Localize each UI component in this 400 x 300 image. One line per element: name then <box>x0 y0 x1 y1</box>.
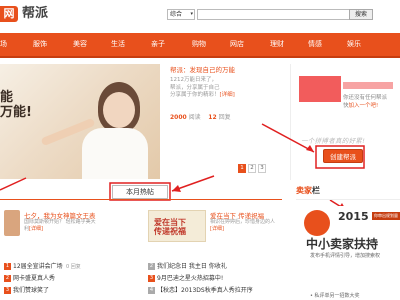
list-item-title[interactable]: 网卡盛夏真人秀 <box>13 275 55 282</box>
seller-column-title-rest: 栏 <box>312 186 320 195</box>
featured-post-2-desc-line2: [详细] <box>210 226 275 233</box>
list-item-title[interactable]: 9月巴迪之星火热招募中! <box>157 275 223 282</box>
site-logo-icon[interactable]: 网 <box>0 6 18 22</box>
chevron-down-icon: ▾ <box>190 11 193 17</box>
rank-badge: 3 <box>148 275 155 282</box>
hero-overlay-text-line2: 万能! <box>0 105 32 120</box>
list-item[interactable]: 3 我们赞球笑了 <box>4 286 49 296</box>
redacted-avatar <box>299 76 341 102</box>
seller-column-divider <box>296 199 400 200</box>
ad-year: 2015 <box>338 210 369 223</box>
featured-post-2-thumb-text: 爱在当下 传递祝福 <box>154 218 186 236</box>
arrow-line-hot <box>171 175 215 192</box>
list-item-title[interactable]: 【秋恋】2013DS秋季真人秀拉开序 <box>157 287 253 294</box>
featured-post-2-thumb-line1: 爱在当下 <box>154 218 186 227</box>
list-item-title[interactable]: 我们纪念日 我主日 你收礼 <box>157 263 227 270</box>
list-item[interactable]: 1 12届全宣讲会广场 <box>4 262 63 272</box>
pager-page-3[interactable]: 3 <box>258 164 266 173</box>
nav-item-3[interactable]: 美容 <box>73 33 87 56</box>
hero-overlay-text: 能 万能! <box>0 90 32 120</box>
search-scope-select[interactable]: 综合 ▾ <box>167 9 195 20</box>
no-group-text: 你还没有任何帮派 <box>343 95 388 101</box>
list-item[interactable]: 2 我们纪念日 我主日 你收礼 <box>148 262 227 272</box>
blog-description: 1212万能日来了， 帮派，分享属于自己 分享属于你的精彩！[详细] <box>170 77 275 100</box>
redacted-username <box>343 82 393 89</box>
search-button[interactable]: 搜索 <box>349 9 373 20</box>
globe-icon <box>304 210 330 236</box>
nav-item-7[interactable]: 网店 <box>230 33 244 56</box>
list-item[interactable]: 4 【秋恋】2013DS秋季真人秀拉开序 <box>148 286 253 296</box>
replies-label: 回复 <box>218 114 231 121</box>
hero-overlay-text-line1: 能 <box>0 90 14 105</box>
nav-item-4[interactable]: 生活 <box>111 33 125 56</box>
blog-desc-line3-text: 分享属于你的精彩！ <box>170 92 220 98</box>
pager-page-2[interactable]: 2 <box>248 164 256 173</box>
rank-badge: 4 <box>148 287 155 294</box>
rank-badge: 2 <box>4 275 11 282</box>
hero-banner[interactable]: 能 万能! <box>0 64 160 179</box>
section-divider <box>0 199 282 200</box>
pager-page-1[interactable]: 1 <box>238 164 246 173</box>
ad-subline: 发布手机评情引导，增加搜索权 <box>310 253 381 259</box>
join-group-link[interactable]: 加入一个吧! <box>349 103 379 109</box>
blog-title[interactable]: 帮派：发现自己的万能 <box>170 64 235 74</box>
rank-badge: 1 <box>4 263 11 270</box>
user-sidebar: 你还没有任何帮派 快加入一个吧! 一个拼搏者真的好累! 创建帮派 <box>290 64 400 180</box>
seller-column-title-highlight: 卖家 <box>296 186 312 195</box>
hero-face-shape <box>103 92 135 128</box>
slogan-text: 一个拼搏者真的好累! <box>301 137 366 145</box>
rank-badge: 2 <box>148 263 155 270</box>
reads-count: 2000 <box>170 114 187 121</box>
join-group-text: 快加入一个吧! <box>343 101 378 109</box>
arrow-line-left <box>0 177 27 191</box>
nav-item-10[interactable]: 娱乐 <box>347 33 361 56</box>
ad-badge: 你审出规划量 <box>372 212 400 220</box>
list-item-count: 0 回复 <box>66 264 81 270</box>
blog-stats: 2000 阅读 12 回复 <box>170 112 231 121</box>
featured-post-2-more-link[interactable]: [详细] <box>210 226 224 232</box>
featured-post-1-desc-line2: 利[详细] <box>24 226 96 233</box>
nav-item-1[interactable]: 场 <box>0 33 7 56</box>
list-item-title[interactable]: 我们赞球笑了 <box>13 287 49 294</box>
featured-post-1-desc: 国际莫斯顿开始？ 轻松路乎美大 利[详细] <box>24 219 96 233</box>
list-item[interactable]: 3 9月巴迪之星火热招募中! <box>148 274 223 284</box>
nav-item-5[interactable]: 亲子 <box>151 33 165 56</box>
featured-post-2-thumb-line2: 传递祝福 <box>154 227 186 236</box>
tab-monthly-hot[interactable]: 本月热帖 <box>112 185 168 199</box>
create-group-button[interactable]: 创建帮派 <box>323 149 363 163</box>
blog-desc-line2: 帮派，分享属于自己 <box>170 84 220 91</box>
site-logo-text[interactable]: 帮派 <box>22 5 48 23</box>
featured-post-2-desc-line1: 相识在婷婷后，珍惜身边的人 <box>210 219 276 225</box>
featured-post-1-more-link[interactable]: [详细] <box>29 226 43 232</box>
hero-shirt-shape <box>82 128 148 179</box>
reads-label: 阅读 <box>188 114 201 121</box>
nav-item-8[interactable]: 理财 <box>270 33 284 56</box>
seller-column-title: 卖家栏 <box>296 185 320 196</box>
search-input[interactable] <box>197 9 357 20</box>
list-item[interactable]: 2 网卡盛夏真人秀 <box>4 274 55 284</box>
top-bar: 网 帮派 综合 ▾ 搜索 <box>0 0 400 33</box>
arrow-head-hot <box>172 185 181 192</box>
nav-item-9[interactable]: 情感 <box>308 33 322 56</box>
list-item-title[interactable]: 12届全宣讲会广场 <box>13 263 63 270</box>
nav-item-6[interactable]: 购物 <box>192 33 206 56</box>
seller-ad-banner[interactable]: 2015 你审出规划量 中小卖家扶持 发布手机评情引导，增加搜索权 • 私评单另… <box>304 206 400 299</box>
replies-count: 12 <box>208 114 217 121</box>
ad-headline: 中小卖家扶持 <box>306 237 379 251</box>
featured-post-1-thumbnail[interactable] <box>4 210 20 236</box>
ad-footer-link[interactable]: • 私评单另一招数大奖 <box>310 292 360 299</box>
featured-post-2-thumbnail[interactable]: 爱在当下 传递祝福 <box>148 210 206 242</box>
nav-item-2[interactable]: 服饰 <box>33 33 47 56</box>
main-nav: 场 服饰 美容 生活 亲子 购物 网店 理财 情感 娱乐 <box>0 33 400 58</box>
blog-desc-line3: 分享属于你的精彩！[详细] <box>170 92 275 100</box>
rank-badge: 3 <box>4 287 11 294</box>
blog-more-link[interactable]: [详细] <box>220 92 235 98</box>
featured-post-2-desc: 相识在婷婷后，珍惜身边的人 [详细] <box>210 219 275 233</box>
search-scope-label: 综合 <box>170 11 183 18</box>
featured-post-1-desc-line1: 国际莫斯顿开始？ 轻松路乎美大 <box>24 219 96 225</box>
blog-desc-line1: 1212万能日来了， <box>170 77 217 83</box>
